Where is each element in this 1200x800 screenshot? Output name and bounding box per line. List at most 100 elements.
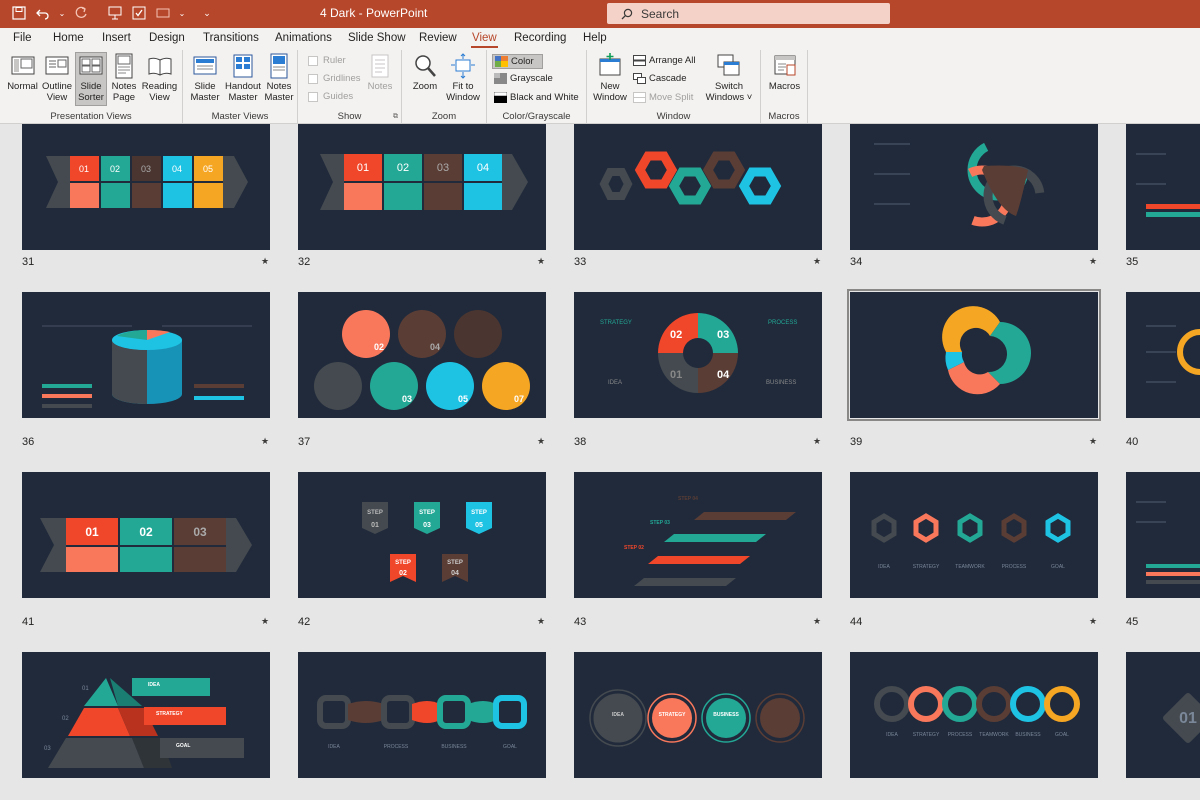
slide-number-41: 41 <box>22 616 35 628</box>
slide-42-step-2: STEP <box>395 560 411 566</box>
slide-thumbnail-42[interactable]: STEP 01 STEP 03 STEP 05 STEP 02 STEP 04 <box>298 472 546 598</box>
undo-dropdown-icon[interactable]: ⌄ <box>58 4 66 22</box>
slide-transition-star-icon[interactable]: ★ <box>813 256 821 267</box>
notes-page-label-2: Page <box>112 92 136 103</box>
slide-38-n02: 02 <box>670 329 682 341</box>
normal-view-label: Normal <box>7 81 38 92</box>
slide-thumbnail-36[interactable] <box>22 292 270 418</box>
handout-master-button[interactable]: Handout Master <box>224 53 262 103</box>
slide-thumbnail-38[interactable]: 02 03 01 04 STRATEGY PROCESS IDEA BUSINE… <box>574 292 822 418</box>
macros-button[interactable]: Macros <box>767 53 802 92</box>
outline-view-label-1: Outline <box>41 81 73 92</box>
guides-checkbox[interactable]: Guides <box>308 91 353 102</box>
tab-review[interactable]: Review <box>419 32 457 44</box>
save-icon[interactable] <box>10 4 28 22</box>
tab-insert[interactable]: Insert <box>102 32 131 44</box>
slide-sorter-button[interactable]: Slide Sorter <box>75 52 107 106</box>
slide-thumbnail-40[interactable] <box>1126 292 1200 418</box>
slide-32-n02: 02 <box>397 162 409 174</box>
present-icon[interactable] <box>106 4 124 22</box>
slide-transition-star-icon[interactable]: ★ <box>261 256 269 267</box>
color-button[interactable]: Color <box>492 54 543 69</box>
zoom-button[interactable]: Zoom <box>410 53 440 92</box>
ruler-checkbox[interactable]: Ruler <box>308 55 346 66</box>
slide-thumbnail-37[interactable]: 02 04 03 05 07 <box>298 292 546 418</box>
move-split-button[interactable]: Move Split <box>633 92 693 103</box>
slide-thumbnail-49[interactable]: IDEA STRATEGY PROCESS TEAMWORK BUSINESS … <box>850 652 1098 778</box>
shape-dropdown-icon[interactable]: ⌄ <box>178 4 186 22</box>
slide-39-swirl <box>942 306 1031 395</box>
slide-master-button[interactable]: Slide Master <box>189 53 221 103</box>
slide-transition-star-icon[interactable]: ★ <box>813 436 821 447</box>
slide-transition-star-icon[interactable]: ★ <box>537 256 545 267</box>
guides-checkbox-box <box>308 91 318 102</box>
grayscale-button[interactable]: Grayscale <box>494 73 553 84</box>
outline-view-button[interactable]: Outline View <box>41 53 73 103</box>
tab-animations[interactable]: Animations <box>275 32 332 44</box>
slide-thumbnail-47[interactable]: IDEA PROCESS BUSINESS GOAL <box>298 652 546 778</box>
group-zoom: Zoom Fit to Window Zoom <box>402 50 487 124</box>
slide-transition-star-icon[interactable]: ★ <box>1089 616 1097 627</box>
slide-thumbnail-43[interactable]: STEP 03 STEP 02 STEP 04 <box>574 472 822 598</box>
arrange-all-button[interactable]: Arrange All <box>633 55 695 66</box>
slide-transition-star-icon[interactable]: ★ <box>261 616 269 627</box>
slide-thumbnail-45[interactable] <box>1126 472 1200 598</box>
group-macros: Macros Macros <box>761 50 808 124</box>
slide-transition-star-icon[interactable]: ★ <box>537 436 545 447</box>
slide-thumbnail-50[interactable]: 01 <box>1126 652 1200 778</box>
switch-windows-button[interactable]: Switch Windows ˅ <box>705 53 753 103</box>
slide-thumbnail-34[interactable] <box>850 124 1098 250</box>
undo-icon[interactable] <box>34 4 52 22</box>
fit-to-window-button[interactable]: Fit to Window <box>444 53 482 103</box>
notes-master-button[interactable]: Notes Master <box>264 53 294 103</box>
notes-master-icon <box>270 53 288 79</box>
slide-thumbnail-41[interactable]: 01 02 03 <box>22 472 270 598</box>
new-window-button[interactable]: New Window <box>593 53 627 103</box>
checkbox-icon[interactable] <box>130 4 148 22</box>
slide-thumbnail-35[interactable] <box>1126 124 1200 250</box>
cascade-button[interactable]: Cascade <box>633 73 687 84</box>
slide-thumbnail-32[interactable]: 01 02 03 04 <box>298 124 546 250</box>
gridlines-checkbox[interactable]: Gridlines <box>308 73 361 84</box>
black-and-white-button[interactable]: Black and White <box>494 92 579 103</box>
notes-page-label-1: Notes <box>111 81 137 92</box>
normal-view-button[interactable]: Normal <box>6 53 39 92</box>
customize-qat-icon[interactable]: ⌄ <box>198 4 216 22</box>
slide-thumbnail-33[interactable] <box>574 124 822 250</box>
normal-view-icon <box>11 56 34 75</box>
redo-icon[interactable] <box>72 4 90 22</box>
slide-thumbnail-46[interactable]: 01 02 03 IDEA STRATEGY GOAL <box>22 652 270 778</box>
slide-transition-star-icon[interactable]: ★ <box>261 436 269 447</box>
slide-number-31: 31 <box>22 256 35 268</box>
notes-page-button[interactable]: Notes Page <box>109 53 139 103</box>
slide-38-process: PROCESS <box>768 320 797 326</box>
search-box[interactable]: Search <box>607 3 890 24</box>
slide-sorter-pane[interactable]: 01 02 03 04 05 31 ★ 01 02 03 04 32 ★ 33 … <box>0 124 1200 800</box>
tab-transitions[interactable]: Transitions <box>203 32 259 44</box>
tab-home[interactable]: Home <box>53 32 84 44</box>
notes-button[interactable]: Notes <box>366 53 394 92</box>
slide-thumbnail-48[interactable]: IDEA STRATEGY BUSINESS <box>574 652 822 778</box>
quick-access-toolbar: ⌄ ⌄ ⌄ <box>10 4 216 22</box>
shape-icon[interactable] <box>154 4 172 22</box>
tab-slide-show[interactable]: Slide Show <box>348 32 406 44</box>
tab-design[interactable]: Design <box>149 32 185 44</box>
tab-recording[interactable]: Recording <box>514 32 566 44</box>
slide-transition-star-icon[interactable]: ★ <box>1089 256 1097 267</box>
slide-thumbnail-44[interactable]: IDEA STRATEGY TEAMWORK PROCESS GOAL <box>850 472 1098 598</box>
group-window: New Window Arrange All Cascade Move Spli… <box>587 50 761 124</box>
tab-view[interactable]: View <box>471 32 498 48</box>
tab-help[interactable]: Help <box>583 32 607 44</box>
slide-transition-star-icon[interactable]: ★ <box>537 616 545 627</box>
ruler-checkbox-box <box>308 55 318 66</box>
slide-46-n02: 02 <box>62 716 69 722</box>
slide-thumbnail-31[interactable]: 01 02 03 04 05 <box>22 124 270 250</box>
slide-master-label-2: Master <box>190 92 220 103</box>
slide-thumbnail-39[interactable] <box>847 289 1101 421</box>
slide-44-process: PROCESS <box>1002 564 1027 570</box>
reading-view-button[interactable]: Reading View <box>141 53 178 103</box>
slide-transition-star-icon[interactable]: ★ <box>1089 436 1097 447</box>
tab-file[interactable]: File <box>13 32 32 44</box>
slide-transition-star-icon[interactable]: ★ <box>813 616 821 627</box>
slide-32-n03: 03 <box>437 162 449 174</box>
